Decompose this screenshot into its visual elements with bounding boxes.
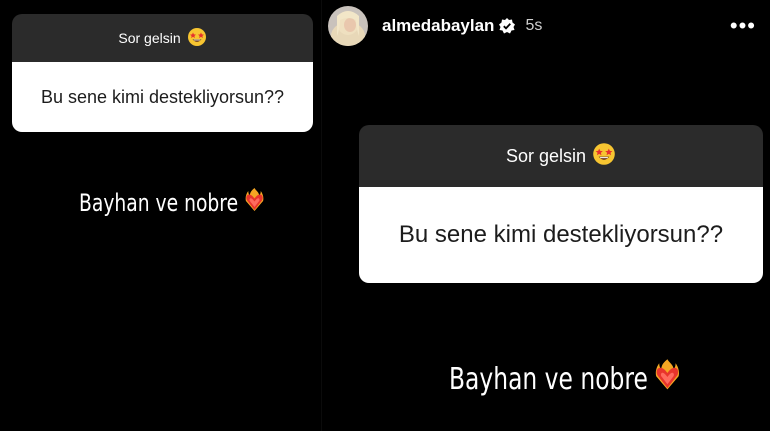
question-sticker-body: Bu sene kimi destekliyorsun??	[12, 62, 313, 132]
question-sticker-body: Bu sene kimi destekliyorsun??	[359, 187, 763, 283]
star-struck-face-icon	[187, 27, 207, 50]
question-sticker-title: Sor gelsin	[505, 145, 587, 166]
post-timestamp: 5s	[525, 17, 543, 34]
question-text: Bu sene kimi destekliyorsun??	[398, 221, 724, 248]
question-text: Bu sene kimi destekliyorsun??	[40, 86, 285, 107]
answer-label: Bayhan ve nobre	[449, 361, 648, 397]
question-sticker: Sor gelsin Bu sene kimi destekliyorsun??	[12, 14, 313, 132]
username[interactable]: almedabaylan	[382, 16, 494, 36]
story-header: almedabaylan 5s •••	[328, 6, 756, 46]
question-sticker-header: Sor gelsin	[12, 14, 313, 62]
question-sticker-title: Sor gelsin	[118, 30, 181, 46]
star-struck-face-icon	[592, 142, 616, 171]
story-viewer: Sor gelsin Bu sene kimi destekliyorsun??…	[0, 0, 770, 431]
panel-divider	[321, 0, 322, 431]
answer-text: Bayhan ve nobre	[449, 358, 681, 400]
more-options-icon[interactable]: •••	[730, 15, 756, 37]
heart-on-fire-icon	[654, 358, 681, 400]
answer-text: Bayhan ve nobre	[79, 187, 265, 219]
avatar[interactable]	[328, 6, 368, 46]
question-sticker-header: Sor gelsin	[359, 125, 763, 187]
heart-on-fire-icon	[244, 187, 264, 219]
answer-label: Bayhan ve nobre	[79, 189, 239, 217]
question-sticker: Sor gelsin Bu sene kimi destekliyorsun??	[359, 125, 763, 283]
verified-badge-icon	[499, 18, 516, 34]
